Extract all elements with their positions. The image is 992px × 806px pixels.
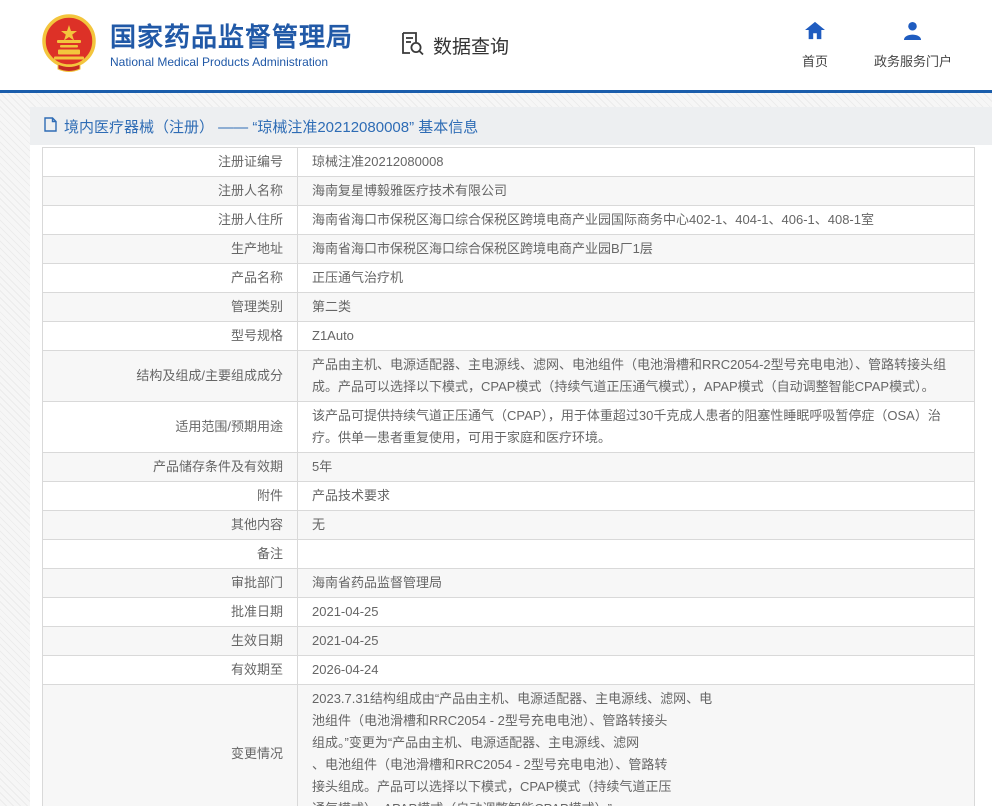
row-value: 2021-04-25: [298, 598, 975, 627]
row-value: [298, 540, 975, 569]
breadcrumb: 境内医疗器械（注册） —— “琼械注准20212080008” 基本信息: [30, 107, 992, 145]
row-value: 2021-04-25: [298, 627, 975, 656]
row-label: 备注: [43, 540, 298, 569]
row-label: 生效日期: [43, 627, 298, 656]
row-value: 2023.7.31结构组成由“产品由主机、电源适配器、主电源线、滤网、电 池组件…: [298, 685, 975, 806]
row-value: 产品由主机、电源适配器、主电源线、滤网、电池组件（电池滑槽和RRC2054-2型…: [298, 351, 975, 402]
row-label: 生产地址: [43, 235, 298, 264]
row-label: 型号规格: [43, 322, 298, 351]
registration-info-table: 注册证编号琼械注准20212080008注册人名称海南复星博毅雅医疗技术有限公司…: [42, 147, 975, 806]
table-row: 结构及组成/主要组成成分产品由主机、电源适配器、主电源线、滤网、电池组件（电池滑…: [43, 351, 975, 402]
info-table-body: 注册证编号琼械注准20212080008注册人名称海南复星博毅雅医疗技术有限公司…: [43, 148, 975, 806]
table-row: 注册证编号琼械注准20212080008: [43, 148, 975, 177]
breadcrumb-text: 境内医疗器械（注册） —— “琼械注准20212080008” 基本信息: [64, 116, 478, 137]
row-label: 附件: [43, 482, 298, 511]
row-value: 产品技术要求: [298, 482, 975, 511]
row-value: 该产品可提供持续气道正压通气（CPAP），用于体重超过30千克成人患者的阻塞性睡…: [298, 402, 975, 453]
table-row: 适用范围/预期用途该产品可提供持续气道正压通气（CPAP），用于体重超过30千克…: [43, 402, 975, 453]
site-title-en: National Medical Products Administration: [110, 55, 353, 69]
row-value: 海南省海口市保税区海口综合保税区跨境电商产业园B厂1层: [298, 235, 975, 264]
nav-portal-label: 政务服务门户: [874, 51, 952, 70]
table-row: 注册人名称海南复星博毅雅医疗技术有限公司: [43, 177, 975, 206]
site-title-cn: 国家药品监督管理局: [110, 22, 353, 52]
row-value: 第二类: [298, 293, 975, 322]
row-label: 审批部门: [43, 569, 298, 598]
row-label: 变更情况: [43, 685, 298, 806]
data-query-nav[interactable]: 数据查询: [399, 30, 509, 61]
nav-home-label: 首页: [802, 51, 828, 70]
table-row: 备注: [43, 540, 975, 569]
table-row: 型号规格Z1Auto: [43, 322, 975, 351]
table-row: 审批部门海南省药品监督管理局: [43, 569, 975, 598]
row-value: 无: [298, 511, 975, 540]
table-row: 生产地址海南省海口市保税区海口综合保税区跨境电商产业园B厂1层: [43, 235, 975, 264]
row-value: Z1Auto: [298, 322, 975, 351]
row-label: 产品名称: [43, 264, 298, 293]
row-label: 有效期至: [43, 656, 298, 685]
site-header: 国家药品监督管理局 National Medical Products Admi…: [0, 0, 992, 93]
page: 国家药品监督管理局 National Medical Products Admi…: [0, 0, 992, 806]
row-label: 适用范围/预期用途: [43, 402, 298, 453]
row-value: 2026-04-24: [298, 656, 975, 685]
table-row: 批准日期2021-04-25: [43, 598, 975, 627]
row-label: 注册证编号: [43, 148, 298, 177]
row-label: 结构及组成/主要组成成分: [43, 351, 298, 402]
row-label: 注册人住所: [43, 206, 298, 235]
row-value: 海南复星博毅雅医疗技术有限公司: [298, 177, 975, 206]
row-value: 琼械注准20212080008: [298, 148, 975, 177]
row-value: 海南省海口市保税区海口综合保税区跨境电商产业园国际商务中心402-1、404-1…: [298, 206, 975, 235]
user-icon: [902, 21, 923, 45]
brand-text: 国家药品监督管理局 National Medical Products Admi…: [110, 22, 353, 69]
row-value: 正压通气治疗机: [298, 264, 975, 293]
nav-portal[interactable]: 政务服务门户: [874, 21, 952, 70]
document-icon: [44, 117, 57, 136]
table-row: 变更情况2023.7.31结构组成由“产品由主机、电源适配器、主电源线、滤网、电…: [43, 685, 975, 806]
table-row: 产品名称正压通气治疗机: [43, 264, 975, 293]
row-label: 管理类别: [43, 293, 298, 322]
table-row: 管理类别第二类: [43, 293, 975, 322]
nav-home[interactable]: 首页: [802, 21, 828, 70]
table-row: 其他内容无: [43, 511, 975, 540]
row-value: 海南省药品监督管理局: [298, 569, 975, 598]
top-right-nav: 首页 政务服务门户: [802, 21, 956, 70]
brand: 国家药品监督管理局 National Medical Products Admi…: [40, 13, 353, 78]
row-value: 5年: [298, 453, 975, 482]
row-label: 其他内容: [43, 511, 298, 540]
row-label: 注册人名称: [43, 177, 298, 206]
table-row: 生效日期2021-04-25: [43, 627, 975, 656]
table-wrap: 注册证编号琼械注准20212080008注册人名称海南复星博毅雅医疗技术有限公司…: [30, 145, 992, 806]
home-icon: [804, 21, 826, 45]
content-panel: 境内医疗器械（注册） —— “琼械注准20212080008” 基本信息 注册证…: [30, 107, 992, 806]
national-emblem-logo: [40, 13, 98, 78]
table-row: 注册人住所海南省海口市保税区海口综合保税区跨境电商产业园国际商务中心402-1、…: [43, 206, 975, 235]
table-row: 附件产品技术要求: [43, 482, 975, 511]
table-row: 产品储存条件及有效期5年: [43, 453, 975, 482]
row-label: 产品储存条件及有效期: [43, 453, 298, 482]
document-search-icon: [399, 30, 425, 61]
row-label: 批准日期: [43, 598, 298, 627]
table-row: 有效期至2026-04-24: [43, 656, 975, 685]
data-query-label: 数据查询: [433, 32, 509, 59]
